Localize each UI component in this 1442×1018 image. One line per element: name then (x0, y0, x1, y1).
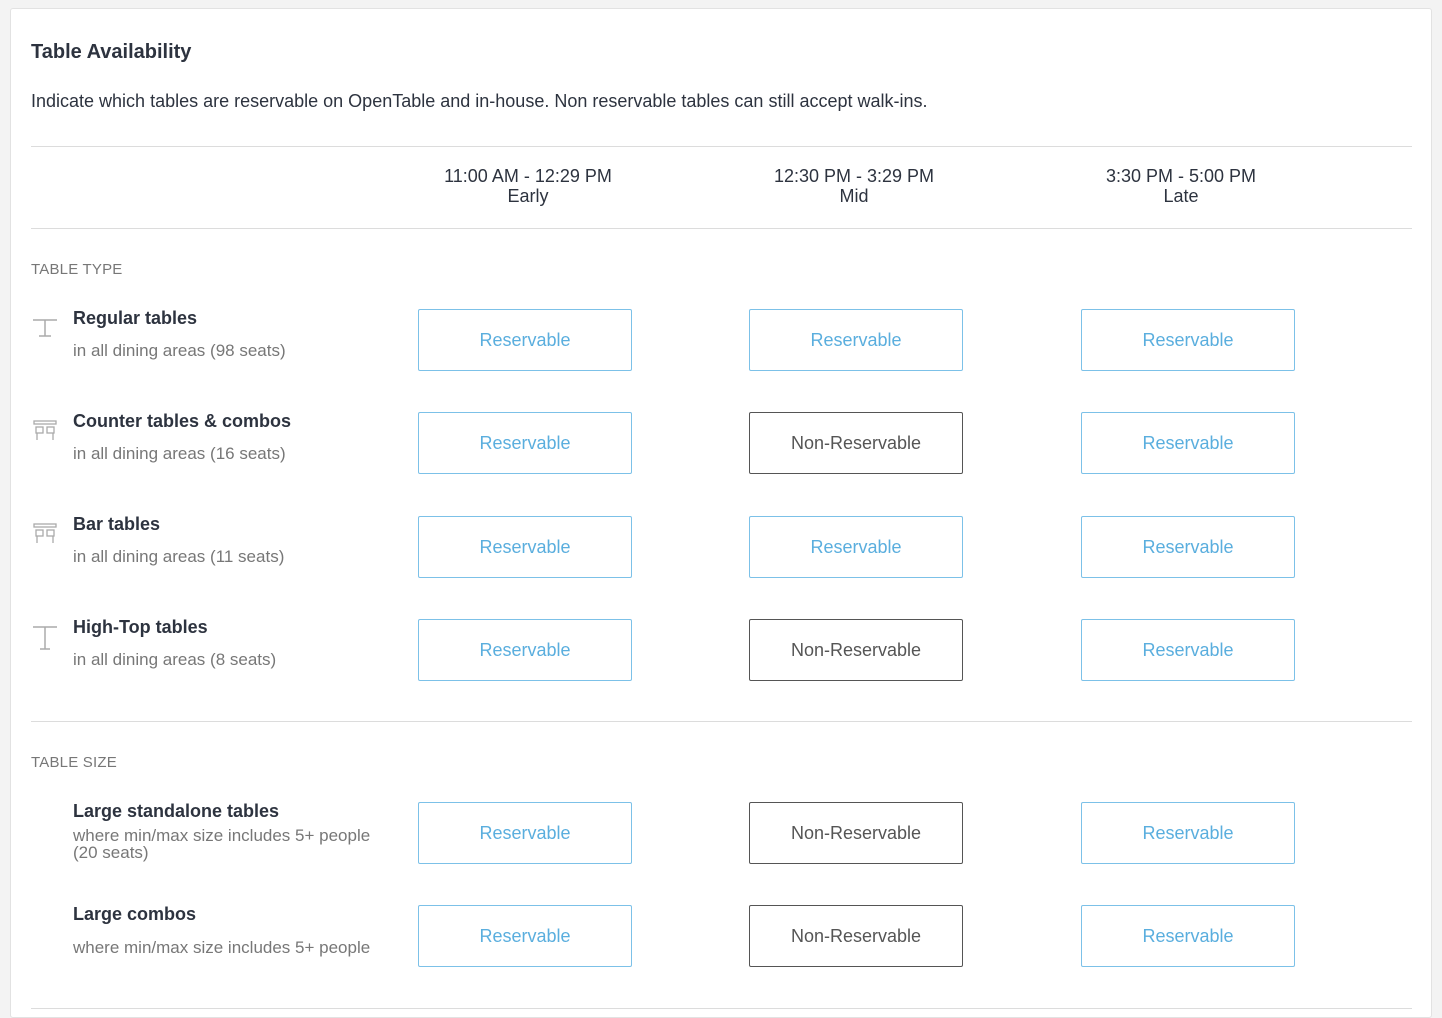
row-sub-counter-tables: in all dining areas (16 seats) (73, 444, 286, 463)
column-time: 11:00 AM - 12:29 PM (444, 166, 612, 186)
availability-toggle-counter-mid[interactable]: Non-Reservable (749, 412, 963, 474)
regular-table-icon (33, 319, 57, 337)
row-name-regular-tables: Regular tables (73, 308, 198, 328)
availability-toggle-high-top-early[interactable]: Reservable (418, 619, 632, 681)
table-availability-panel: Table Availability Indicate which tables… (10, 8, 1432, 1018)
row-sub2-large-standalone: (20 seats) (73, 843, 149, 862)
availability-toggle-large-standalone-late[interactable]: Reservable (1081, 802, 1295, 864)
column-time: 12:30 PM - 3:29 PM (773, 166, 935, 186)
row-sub-large-combos: where min/max size includes 5+ people (73, 938, 371, 957)
section-label-table-type: TABLE TYPE (31, 261, 123, 278)
divider (31, 721, 1412, 722)
column-header-mid: 12:30 PM - 3:29 PM Mid (724, 166, 984, 206)
bar-table-icon (33, 523, 57, 543)
column-name: Early (507, 186, 549, 206)
row-sub-large-standalone: where min/max size includes 5+ people (73, 826, 371, 845)
divider (31, 1008, 1412, 1009)
row-sub-bar-tables: in all dining areas (11 seats) (73, 547, 285, 566)
divider (31, 146, 1412, 147)
availability-toggle-high-top-mid[interactable]: Non-Reservable (749, 619, 963, 681)
section-label-table-size: TABLE SIZE (31, 754, 117, 771)
high-top-table-icon (33, 626, 57, 650)
column-name: Mid (839, 186, 869, 206)
availability-toggle-bar-late[interactable]: Reservable (1081, 516, 1295, 578)
availability-toggle-regular-mid[interactable]: Reservable (749, 309, 963, 371)
availability-toggle-large-combos-mid[interactable]: Non-Reservable (749, 905, 963, 967)
availability-toggle-counter-late[interactable]: Reservable (1081, 412, 1295, 474)
page-title: Table Availability (31, 41, 192, 63)
row-sub-high-top-tables: in all dining areas (8 seats) (73, 650, 277, 669)
page-description: Indicate which tables are reservable on … (31, 91, 928, 111)
availability-toggle-bar-mid[interactable]: Reservable (749, 516, 963, 578)
availability-toggle-regular-early[interactable]: Reservable (418, 309, 632, 371)
availability-toggle-bar-early[interactable]: Reservable (418, 516, 632, 578)
row-name-high-top-tables: High-Top tables (73, 617, 208, 637)
row-name-large-combos: Large combos (73, 904, 197, 924)
availability-toggle-regular-late[interactable]: Reservable (1081, 309, 1295, 371)
availability-toggle-high-top-late[interactable]: Reservable (1081, 619, 1295, 681)
column-name: Late (1163, 186, 1199, 206)
availability-toggle-large-combos-late[interactable]: Reservable (1081, 905, 1295, 967)
availability-toggle-large-standalone-early[interactable]: Reservable (418, 802, 632, 864)
divider (31, 228, 1412, 229)
column-header-early: 11:00 AM - 12:29 PM Early (398, 166, 658, 206)
counter-table-icon (33, 420, 57, 440)
row-sub-regular-tables: in all dining areas (98 seats) (73, 341, 286, 360)
row-name-counter-tables: Counter tables & combos (73, 411, 292, 431)
row-name-large-standalone: Large standalone tables (73, 801, 280, 821)
availability-toggle-large-standalone-mid[interactable]: Non-Reservable (749, 802, 963, 864)
availability-toggle-large-combos-early[interactable]: Reservable (418, 905, 632, 967)
row-name-bar-tables: Bar tables (73, 514, 161, 534)
column-time: 3:30 PM - 5:00 PM (1105, 166, 1257, 186)
column-header-late: 3:30 PM - 5:00 PM Late (1051, 166, 1311, 206)
availability-toggle-counter-early[interactable]: Reservable (418, 412, 632, 474)
